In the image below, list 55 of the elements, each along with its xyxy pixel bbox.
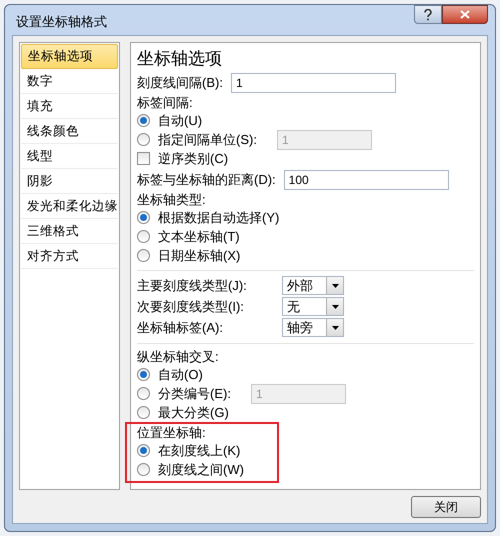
group-label: 坐标轴类型: <box>137 190 206 209</box>
radio-button[interactable] <box>137 133 150 146</box>
radio-label: 刻度线之间(W) <box>158 460 244 479</box>
checkbox-label: 逆序类别(C) <box>158 150 228 168</box>
input-field[interactable]: 100 <box>284 170 449 190</box>
radio-label: 文本坐标轴(T) <box>158 228 240 246</box>
caret-icon <box>326 319 343 336</box>
group-label: 标签间隔: <box>137 94 193 112</box>
radio-button[interactable] <box>137 249 150 262</box>
section-heading: 坐标轴选项 <box>137 48 222 70</box>
radio-label: 在刻度线上(K) <box>158 442 240 460</box>
radio-button[interactable] <box>137 230 150 243</box>
dropdown[interactable]: 轴旁 <box>282 318 344 337</box>
close-button[interactable] <box>442 5 488 24</box>
field-label: 标签与坐标轴的距离(D): <box>137 170 276 189</box>
radio-label: 日期坐标轴(X) <box>158 246 240 265</box>
help-icon <box>424 8 432 20</box>
radio-button[interactable] <box>137 211 150 224</box>
radio-button[interactable] <box>137 114 150 127</box>
field-label: 刻度线间隔(B): <box>137 74 223 92</box>
category-item[interactable]: 坐标轴选项 <box>21 44 118 69</box>
close-dialog-button[interactable]: 关闭 <box>411 496 481 518</box>
radio-button[interactable] <box>137 463 150 476</box>
select-label: 坐标轴标签(A): <box>137 318 224 337</box>
caret-icon <box>326 277 343 294</box>
radio-button[interactable] <box>137 406 150 419</box>
dropdown[interactable]: 外部 <box>282 276 344 295</box>
radio-label: 自动(O) <box>158 366 203 384</box>
help-button[interactable] <box>414 5 442 24</box>
dropdown[interactable]: 无 <box>282 297 344 316</box>
category-item[interactable]: 阴影 <box>21 169 118 194</box>
radio-label: 指定间隔单位(S): <box>158 130 257 149</box>
category-item[interactable]: 三维格式 <box>21 219 118 244</box>
category-item[interactable]: 线型 <box>21 144 118 169</box>
category-item[interactable]: 发光和柔化边缘 <box>21 194 118 219</box>
window-title: 设置坐标轴格式 <box>16 13 107 31</box>
radio-button[interactable] <box>137 368 150 381</box>
radio-button[interactable] <box>137 387 150 400</box>
input-field[interactable]: 1 <box>230 72 396 92</box>
select-label: 次要刻度线类型(I): <box>137 298 245 316</box>
select-label: 主要刻度线类型(J): <box>137 276 248 295</box>
radio-label: 自动(U) <box>158 112 202 130</box>
radio-label: 根据数据自动选择(Y) <box>158 208 280 227</box>
checkbox[interactable] <box>137 152 150 165</box>
caret-icon <box>326 298 343 315</box>
category-item[interactable]: 线条颜色 <box>21 119 118 144</box>
radio-label: 分类编号(E): <box>158 384 231 403</box>
radio-label: 最大分类(G) <box>158 404 229 422</box>
category-item[interactable]: 数字 <box>21 69 118 94</box>
group-label: 纵坐标轴交叉: <box>137 348 219 366</box>
category-item[interactable]: 对齐方式 <box>21 244 118 269</box>
close-icon <box>460 10 470 19</box>
radio-button[interactable] <box>137 444 150 457</box>
group-label: 位置坐标轴: <box>137 424 206 442</box>
category-item[interactable]: 填充 <box>21 94 118 119</box>
